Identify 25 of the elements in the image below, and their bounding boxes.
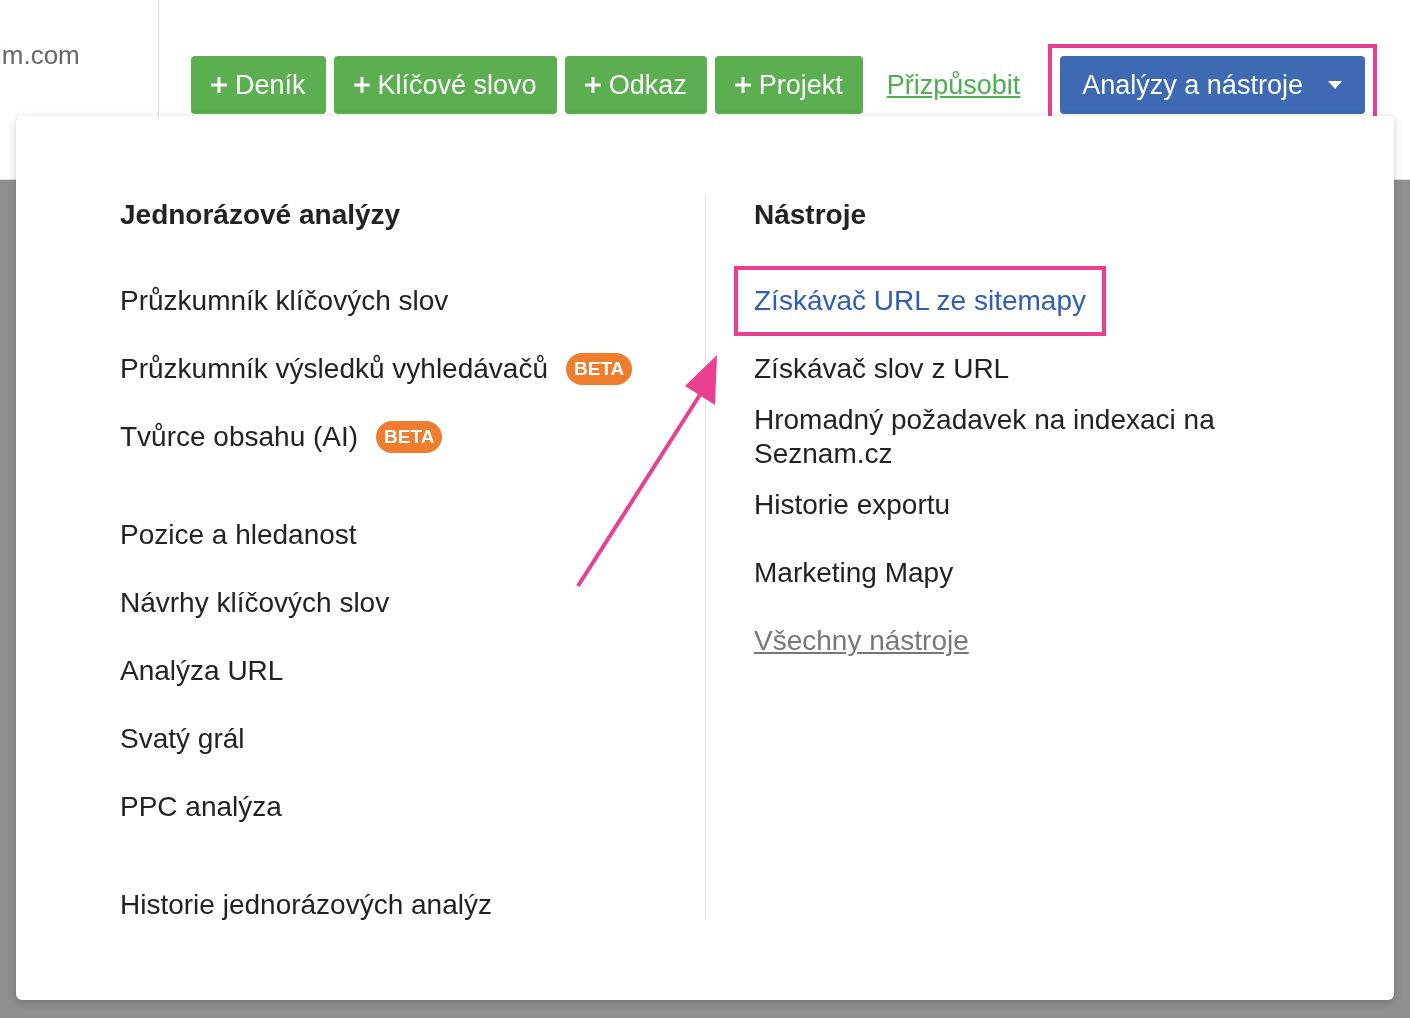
column-heading: Nástroje [754,199,868,231]
menu-item[interactable]: Všechny nástroje [754,624,969,658]
menu-item[interactable]: Svatý grál [120,722,245,756]
menu-item[interactable]: Průzkumník klíčových slov [120,284,449,318]
beta-badge: BETA [566,353,633,385]
beta-badge: BETA [376,421,443,453]
menu-item[interactable]: Tvůrce obsahu (AI) [120,420,359,454]
column-heading: Jednorázové analýzy [120,199,402,231]
plus-icon [351,75,372,95]
plus-icon [209,75,229,95]
menu-button[interactable]: Analýzy a nástroje [1060,56,1365,114]
menu-item[interactable]: Průzkumník výsledků vyhledávačů [120,352,548,386]
plus-icon [582,75,603,95]
menu-item[interactable]: Hromadný požadavek na indexaci na Seznam.cz [754,403,1274,471]
caret-icon [1326,80,1343,90]
menu-item[interactable]: Marketing Mapy [754,556,954,590]
menu-item[interactable]: Analýza URL [120,654,284,688]
menu-item[interactable]: Pozice a hledanost [120,518,357,552]
site-name: im.com [0,40,81,71]
menu-item[interactable]: Historie exportu [754,488,951,522]
plus-icon [732,75,753,95]
menu-item[interactable]: Historie jednorázových analýz [120,888,492,922]
menu-item[interactable]: Návrhy klíčových slov [120,586,390,620]
menu-item[interactable]: PPC analýza [120,790,282,824]
menu-item[interactable]: Získávač slov z URL [754,352,1010,386]
